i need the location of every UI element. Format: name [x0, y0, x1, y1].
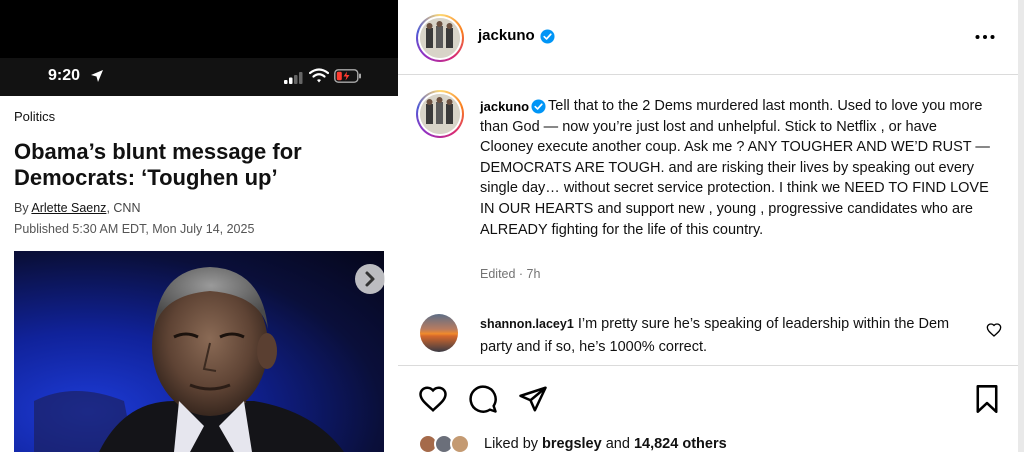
commenter-username[interactable]: shannon.lacey1 — [480, 317, 574, 331]
instagram-post-panel: jackuno jackuno Tell that to the 2 Dems … — [398, 0, 1018, 452]
post-header: jackuno — [398, 0, 1018, 75]
heart-icon[interactable] — [986, 322, 1002, 338]
article-headline: Obama’s blunt message for Democrats: ‘To… — [14, 139, 302, 190]
likes-count[interactable]: 14,824 others — [634, 436, 727, 452]
likes-summary[interactable]: Liked by bregsley and 14,824 others — [484, 436, 727, 452]
caption-author-avatar[interactable] — [416, 90, 464, 138]
likes-middle: and — [601, 436, 634, 452]
scrollbar-track[interactable] — [1018, 0, 1024, 452]
liker-username[interactable]: bregsley — [542, 436, 602, 452]
post-actions: Liked by bregsley and 14,824 others — [398, 365, 1018, 452]
battery-icon — [334, 69, 361, 83]
phone-status-bar: 9:20 — [0, 58, 398, 96]
author-avatar[interactable] — [416, 14, 464, 62]
avatar-figures — [420, 18, 460, 58]
wifi-icon — [309, 68, 329, 83]
article-section-label[interactable]: Politics — [14, 109, 55, 124]
signal-icon — [284, 72, 303, 84]
heart-icon[interactable] — [418, 384, 448, 414]
news-article: Politics Obama’s blunt message for Democ… — [0, 96, 398, 452]
phone-screenshot: 9:20 Politics Obama’s blunt message for … — [0, 0, 398, 452]
article-byline: By Arlette Saenz, CNN — [14, 201, 140, 215]
liker-avatar — [450, 434, 470, 452]
post-author-username[interactable]: jackuno — [478, 27, 535, 44]
byline-prefix: By — [14, 201, 29, 215]
chevron-right-icon — [365, 271, 375, 287]
status-time: 9:20 — [48, 67, 81, 84]
verified-icon — [540, 29, 555, 44]
bookmark-icon[interactable] — [973, 384, 1001, 414]
caption-text: Tell that to the 2 Dems murdered last mo… — [480, 98, 990, 238]
comment: shannon.lacey1 I’m pretty sure he’s spea… — [480, 313, 950, 359]
likes-prefix: Liked by — [484, 436, 543, 452]
commenter-avatar[interactable] — [420, 314, 458, 352]
article-published-date: Published 5:30 AM EDT, Mon July 14, 2025 — [14, 222, 255, 236]
avatar-figures — [420, 94, 460, 134]
portrait-illustration — [34, 267, 344, 452]
next-photo-button[interactable] — [355, 264, 385, 294]
article-photo — [14, 251, 384, 452]
author-link[interactable]: Arlette Saenz — [31, 201, 106, 215]
edited-timestamp: Edited · 7h — [480, 267, 541, 281]
byline-suffix: , CNN — [106, 201, 141, 215]
more-icon[interactable] — [974, 28, 996, 46]
share-icon[interactable] — [518, 384, 548, 414]
comment-icon[interactable] — [468, 384, 498, 414]
location-arrow-icon — [91, 70, 103, 82]
